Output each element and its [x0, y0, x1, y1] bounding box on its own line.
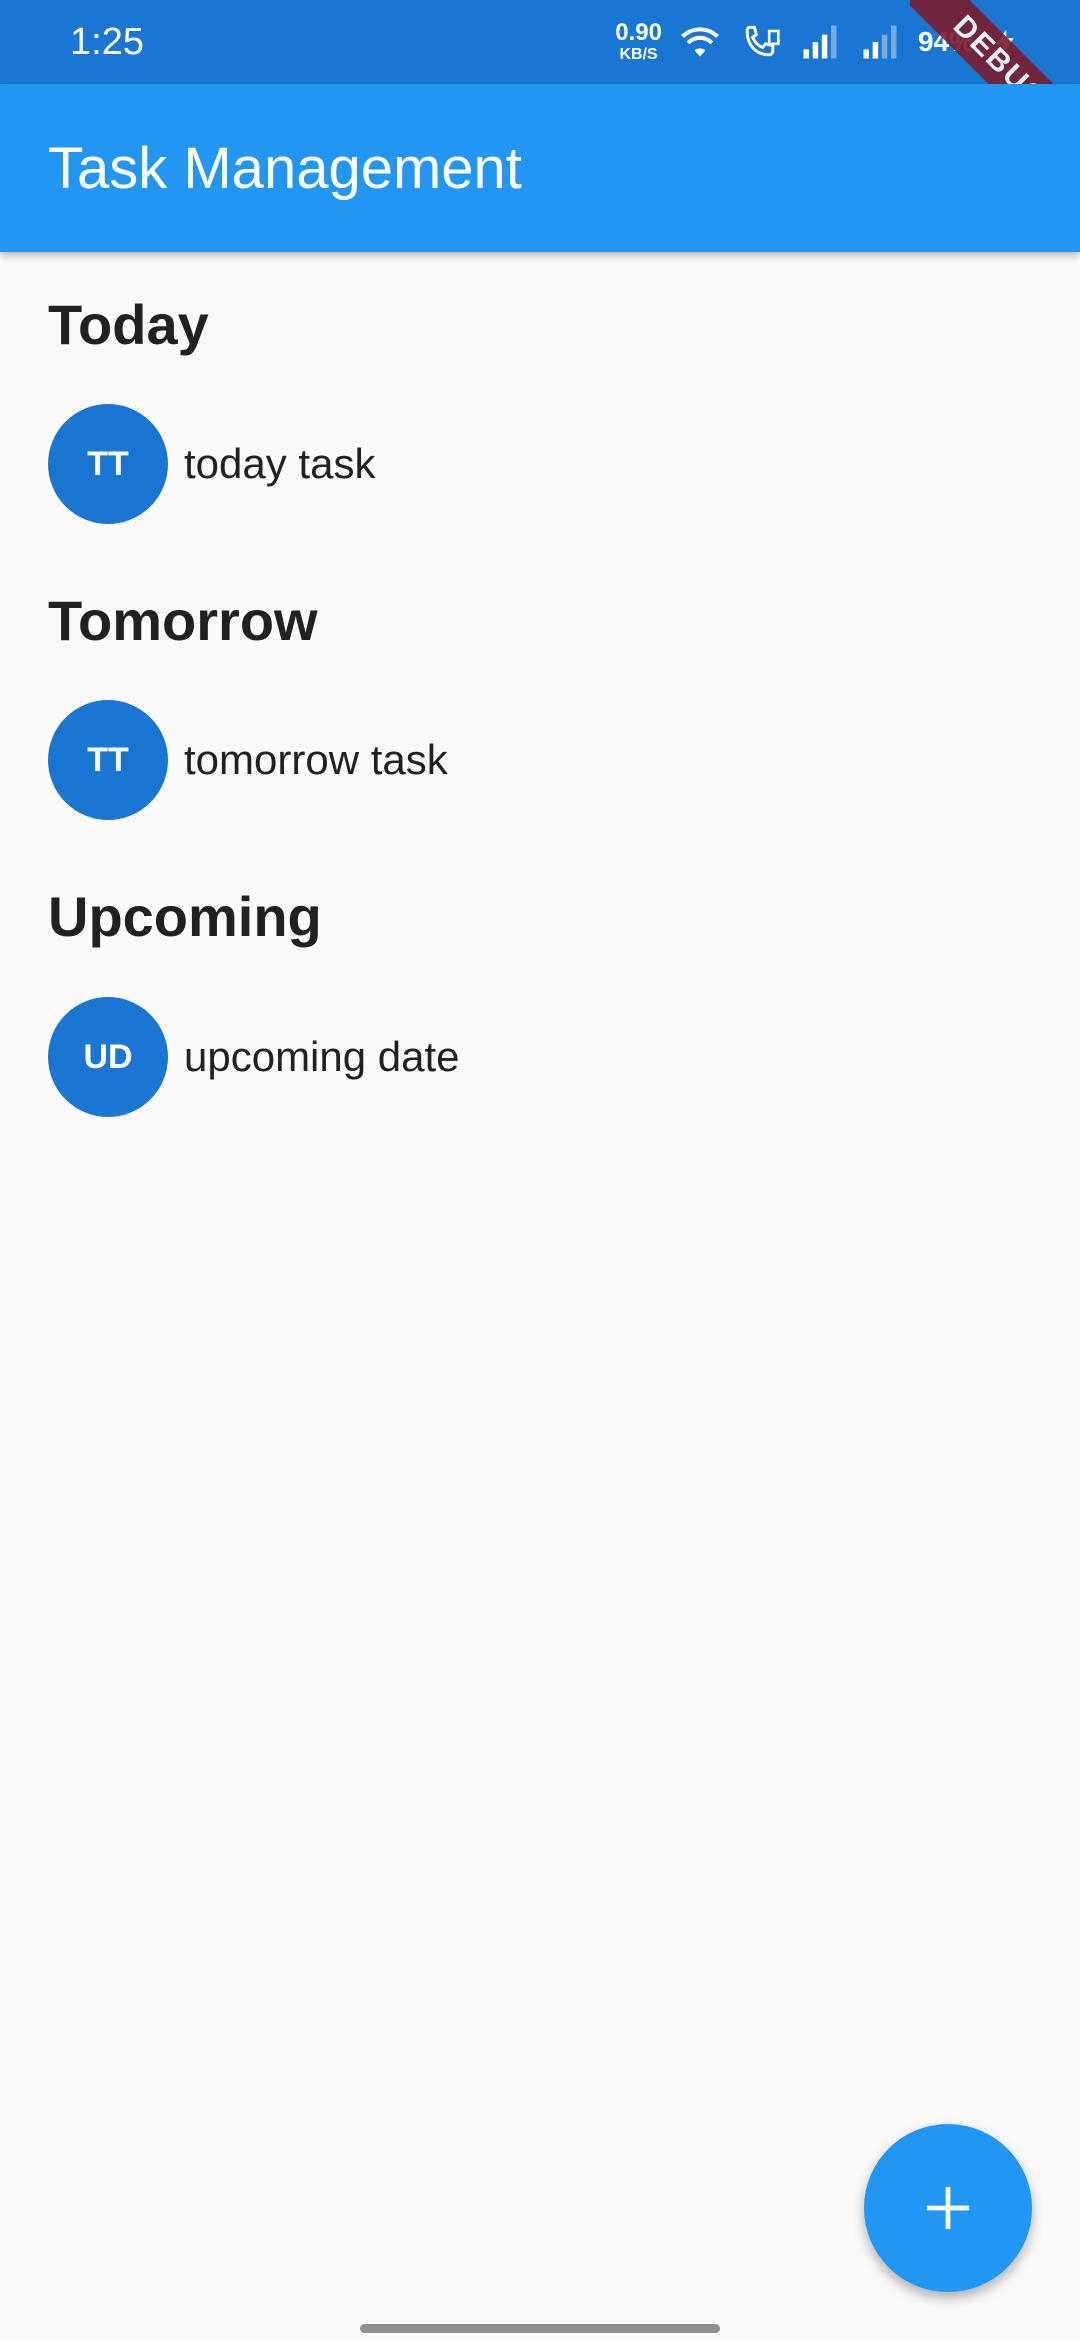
signal-2-icon	[863, 25, 897, 59]
wifi-icon	[681, 27, 719, 57]
task-row[interactable]: TT today task	[48, 404, 375, 524]
signal-1-icon	[803, 25, 837, 59]
page-title: Task Management	[48, 135, 522, 201]
charging-bolt-icon	[996, 29, 1014, 55]
avatar: TT	[48, 404, 168, 524]
network-speed-value: 0.90	[615, 19, 662, 46]
task-row[interactable]: TT tomorrow task	[48, 700, 448, 820]
status-bar: 1:25 0.90 KB/S 94%	[0, 0, 1080, 84]
gesture-bar[interactable]	[360, 2324, 720, 2333]
task-title: upcoming date	[184, 1033, 460, 1080]
network-speed-unit: KB/S	[619, 46, 658, 63]
plus-icon	[927, 2187, 969, 2229]
wifi-calling-icon	[745, 25, 780, 57]
avatar: TT	[48, 700, 168, 820]
status-time: 1:25	[70, 21, 144, 63]
section-heading-today: Today	[48, 293, 209, 356]
section-heading-tomorrow: Tomorrow	[48, 589, 318, 652]
task-row[interactable]: UD upcoming date	[48, 997, 460, 1117]
add-task-button[interactable]	[864, 2124, 1032, 2292]
task-title: tomorrow task	[184, 736, 448, 783]
app-bar: Task Management	[0, 84, 1080, 252]
status-icons: 0.90 KB/S 94%	[615, 14, 1020, 70]
task-title: today task	[184, 440, 376, 487]
section-heading-upcoming: Upcoming	[48, 885, 322, 948]
network-speed: 0.90 KB/S	[615, 21, 662, 63]
avatar: UD	[48, 997, 168, 1117]
battery-percent: 94%	[917, 26, 974, 57]
